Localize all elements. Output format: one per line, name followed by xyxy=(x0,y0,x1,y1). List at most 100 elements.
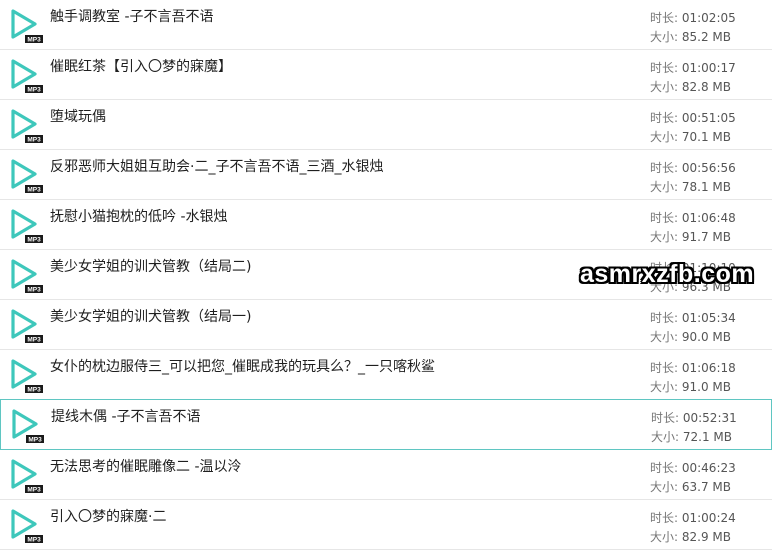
duration-value: 01:00:24 xyxy=(681,511,736,525)
size-line: 大小: 63.7 MB xyxy=(650,478,736,497)
mp3-file-icon: MP3 xyxy=(8,308,44,344)
file-meta: 时长: 01:06:18 大小: 91.0 MB xyxy=(650,359,736,397)
size-label: 大小: xyxy=(650,480,682,494)
mp3-file-icon: MP3 xyxy=(8,358,44,394)
size-line: 大小: 85.2 MB xyxy=(650,28,736,47)
list-item[interactable]: MP3 反邪恶师大姐姐互助会·二_子不言吾不语_三酒_水银烛 时长: 00:56… xyxy=(0,150,772,200)
mp3-file-icon: MP3 xyxy=(8,208,44,244)
duration-label: 时长: xyxy=(651,411,683,425)
size-line: 大小: 90.0 MB xyxy=(650,328,736,347)
size-label: 大小: xyxy=(650,330,682,344)
list-item[interactable]: MP3 无法思考的催眠雕像二 -温以泠 时长: 00:46:23 大小: 63.… xyxy=(0,450,772,500)
size-value: 72.1 MB xyxy=(682,430,732,444)
size-line: 大小: 82.9 MB xyxy=(650,528,736,547)
duration-value: 01:00:17 xyxy=(681,61,736,75)
file-name: 美少女学姐的训犬管教（结局二) xyxy=(50,259,252,275)
file-name: 引入〇梦的寐魔·二 xyxy=(50,509,167,525)
duration-value: 01:06:48 xyxy=(681,211,736,225)
svg-text:MP3: MP3 xyxy=(27,387,41,394)
duration-label: 时长: xyxy=(650,311,682,325)
list-item[interactable]: MP3 女仆的枕边服侍三_可以把您_催眠成我的玩具么？_一只喀秋鲨 时长: 01… xyxy=(0,350,772,400)
mp3-file-icon: MP3 xyxy=(8,108,44,144)
size-value: 82.9 MB xyxy=(681,530,731,544)
file-name: 催眠红茶【引入〇梦的寐魔】 xyxy=(50,59,232,75)
list-item[interactable]: MP3 催眠红茶【引入〇梦的寐魔】 时长: 01:00:17 大小: 82.8 … xyxy=(0,50,772,100)
size-value: 91.0 MB xyxy=(681,380,731,394)
duration-value: 01:06:18 xyxy=(681,361,736,375)
file-meta: 时长: 01:00:24 大小: 82.9 MB xyxy=(650,509,736,547)
size-value: 85.2 MB xyxy=(681,30,731,44)
file-meta: 时长: 00:52:31 大小: 72.1 MB xyxy=(651,409,737,447)
svg-text:MP3: MP3 xyxy=(27,537,41,544)
file-meta: 时长: 00:56:56 大小: 78.1 MB xyxy=(650,159,736,197)
svg-text:MP3: MP3 xyxy=(27,487,41,494)
size-line: 大小: 91.0 MB xyxy=(650,378,736,397)
size-label: 大小: xyxy=(650,380,682,394)
duration-value: 00:51:05 xyxy=(681,111,736,125)
size-value: 63.7 MB xyxy=(681,480,731,494)
duration-value: 01:02:05 xyxy=(681,11,736,25)
mp3-file-icon: MP3 xyxy=(9,408,45,444)
file-name: 女仆的枕边服侍三_可以把您_催眠成我的玩具么？_一只喀秋鲨 xyxy=(50,359,435,375)
duration-value: 01:05:34 xyxy=(681,311,736,325)
duration-label: 时长: xyxy=(650,211,682,225)
duration-line: 时长: 00:56:56 xyxy=(650,159,736,178)
mp3-file-icon: MP3 xyxy=(8,258,44,294)
svg-text:MP3: MP3 xyxy=(27,137,41,144)
duration-line: 时长: 00:51:05 xyxy=(650,109,736,128)
size-line: 大小: 72.1 MB xyxy=(651,428,737,447)
duration-label: 时长: xyxy=(650,11,682,25)
duration-value: 00:56:56 xyxy=(681,161,736,175)
size-line: 大小: 78.1 MB xyxy=(650,178,736,197)
duration-label: 时长: xyxy=(650,161,682,175)
duration-line: 时长: 01:06:18 xyxy=(650,359,736,378)
file-name: 触手调教室 -子不言吾不语 xyxy=(50,9,214,25)
duration-label: 时长: xyxy=(650,361,682,375)
list-item[interactable]: MP3 提线木偶 -子不言吾不语 时长: 00:52:31 大小: 72.1 M… xyxy=(0,399,772,450)
size-label: 大小: xyxy=(650,530,682,544)
file-name: 反邪恶师大姐姐互助会·二_子不言吾不语_三酒_水银烛 xyxy=(50,159,384,175)
svg-text:MP3: MP3 xyxy=(27,337,41,344)
size-value: 91.7 MB xyxy=(681,230,731,244)
file-name: 抚慰小猫抱枕的低吟 -水银烛 xyxy=(50,209,228,225)
file-meta: 时长: 00:46:23 大小: 63.7 MB xyxy=(650,459,736,497)
mp3-file-icon: MP3 xyxy=(8,508,44,544)
duration-label: 时长: xyxy=(650,461,682,475)
list-item[interactable]: MP3 美少女学姐的训犬管教（结局一) 时长: 01:05:34 大小: 90.… xyxy=(0,300,772,350)
file-meta: 时长: 01:06:48 大小: 91.7 MB xyxy=(650,209,736,247)
list-item[interactable]: MP3 抚慰小猫抱枕的低吟 -水银烛 时长: 01:06:48 大小: 91.7… xyxy=(0,200,772,250)
duration-line: 时长: 00:46:23 xyxy=(650,459,736,478)
size-label: 大小: xyxy=(651,430,683,444)
duration-line: 时长: 01:05:34 xyxy=(650,309,736,328)
svg-text:MP3: MP3 xyxy=(27,87,41,94)
file-name: 无法思考的催眠雕像二 -温以泠 xyxy=(50,459,242,475)
mp3-file-icon: MP3 xyxy=(8,8,44,44)
size-label: 大小: xyxy=(650,30,682,44)
duration-label: 时长: xyxy=(650,111,682,125)
file-meta: 时长: 00:51:05 大小: 70.1 MB xyxy=(650,109,736,147)
size-value: 90.0 MB xyxy=(681,330,731,344)
list-item[interactable]: MP3 触手调教室 -子不言吾不语 时长: 01:02:05 大小: 85.2 … xyxy=(0,0,772,50)
size-label: 大小: xyxy=(650,180,682,194)
size-label: 大小: xyxy=(650,130,682,144)
duration-label: 时长: xyxy=(650,511,682,525)
size-value: 82.8 MB xyxy=(681,80,731,94)
file-meta: 时长: 01:05:34 大小: 90.0 MB xyxy=(650,309,736,347)
list-item[interactable]: MP3 堕域玩偶 时长: 00:51:05 大小: 70.1 MB xyxy=(0,100,772,150)
file-meta: 时长: 01:02:05 大小: 85.2 MB xyxy=(650,9,736,47)
file-name: 堕域玩偶 xyxy=(50,109,106,125)
mp3-file-icon: MP3 xyxy=(8,58,44,94)
mp3-file-icon: MP3 xyxy=(8,458,44,494)
mp3-file-icon: MP3 xyxy=(8,158,44,194)
size-line: 大小: 82.8 MB xyxy=(650,78,736,97)
file-name: 美少女学姐的训犬管教（结局一) xyxy=(50,309,252,325)
size-line: 大小: 70.1 MB xyxy=(650,128,736,147)
duration-line: 时长: 01:00:17 xyxy=(650,59,736,78)
svg-text:MP3: MP3 xyxy=(27,37,41,44)
file-name: 提线木偶 -子不言吾不语 xyxy=(51,409,201,425)
duration-line: 时长: 01:00:24 xyxy=(650,509,736,528)
duration-line: 时长: 00:52:31 xyxy=(651,409,737,428)
size-label: 大小: xyxy=(650,230,682,244)
size-value: 78.1 MB xyxy=(681,180,731,194)
list-item[interactable]: MP3 引入〇梦的寐魔·二 时长: 01:00:24 大小: 82.9 MB xyxy=(0,500,772,550)
